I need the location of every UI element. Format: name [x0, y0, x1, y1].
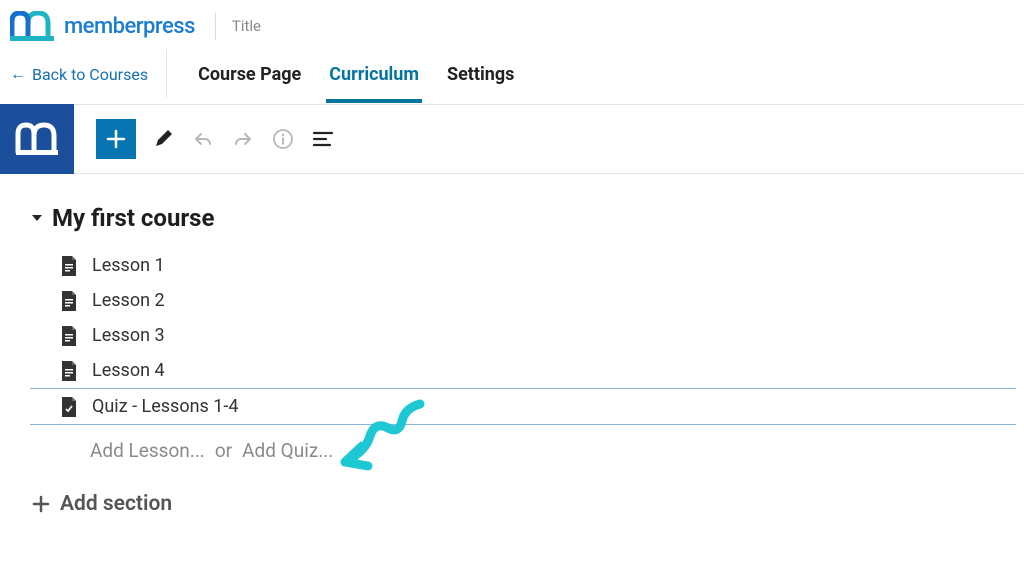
editor-toolbar-row	[0, 104, 1024, 174]
tabs: Course Page Curriculum Settings	[195, 46, 517, 103]
lesson-label: Lesson 2	[92, 290, 165, 311]
brand-logo: memberpress	[10, 11, 195, 41]
m-logo-icon	[15, 122, 59, 156]
list-icon	[312, 131, 334, 147]
undo-button[interactable]	[190, 126, 216, 152]
memberpress-logo-icon	[10, 11, 56, 41]
app-badge[interactable]	[0, 104, 74, 174]
add-quiz-link[interactable]: Add Quiz...	[242, 439, 333, 462]
page-title-placeholder[interactable]: Title	[232, 17, 261, 35]
add-links-row: Add Lesson... or Add Quiz...	[30, 425, 1024, 476]
top-bar: memberpress Title	[0, 0, 1024, 44]
editor-toolbar	[74, 119, 336, 159]
add-section-label: Add section	[60, 492, 172, 516]
lesson-item[interactable]: Lesson 1	[30, 248, 1024, 283]
quiz-label: Quiz - Lessons 1-4	[92, 396, 239, 417]
document-icon	[60, 361, 78, 381]
document-icon	[60, 326, 78, 346]
quiz-item[interactable]: Quiz - Lessons 1-4	[30, 389, 1024, 424]
arrow-left-icon: ←	[10, 64, 26, 84]
lesson-label: Lesson 3	[92, 325, 165, 346]
tab-course-page[interactable]: Course Page	[195, 46, 304, 103]
tab-settings[interactable]: Settings	[444, 46, 517, 103]
add-section-button[interactable]: Add section	[30, 476, 1024, 516]
lesson-item[interactable]: Lesson 2	[30, 283, 1024, 318]
or-separator: or	[215, 439, 232, 462]
plus-icon	[105, 128, 127, 150]
quiz-icon	[60, 397, 78, 417]
curriculum-content: My first course Lesson 1 Lesson 2 Lesson…	[0, 174, 1024, 516]
edit-button[interactable]	[150, 126, 176, 152]
nav-row: ← Back to Courses Course Page Curriculum…	[0, 44, 1024, 104]
redo-button[interactable]	[230, 126, 256, 152]
divider	[215, 12, 216, 40]
lesson-label: Lesson 1	[92, 255, 165, 276]
outline-button[interactable]	[310, 126, 336, 152]
caret-down-icon	[30, 211, 44, 225]
undo-icon	[191, 129, 215, 149]
brand-name: memberpress	[64, 14, 195, 39]
document-icon	[60, 291, 78, 311]
redo-icon	[231, 129, 255, 149]
tab-curriculum[interactable]: Curriculum	[326, 46, 422, 103]
info-button[interactable]	[270, 126, 296, 152]
add-block-button[interactable]	[96, 119, 136, 159]
pencil-icon	[152, 128, 174, 150]
lesson-label: Lesson 4	[92, 360, 165, 381]
document-icon	[60, 256, 78, 276]
lesson-item[interactable]: Lesson 3	[30, 318, 1024, 353]
plus-icon	[32, 495, 50, 513]
back-link-label: Back to Courses	[32, 65, 148, 84]
add-lesson-link[interactable]: Add Lesson...	[90, 439, 205, 462]
lessons-list: Lesson 1 Lesson 2 Lesson 3 Lesson 4 Quiz…	[30, 248, 1024, 476]
lesson-item[interactable]: Lesson 4	[30, 353, 1024, 388]
section-title: My first course	[52, 204, 214, 232]
section-header[interactable]: My first course	[30, 204, 1024, 232]
back-to-courses-link[interactable]: ← Back to Courses	[0, 50, 167, 98]
info-icon	[272, 128, 294, 150]
